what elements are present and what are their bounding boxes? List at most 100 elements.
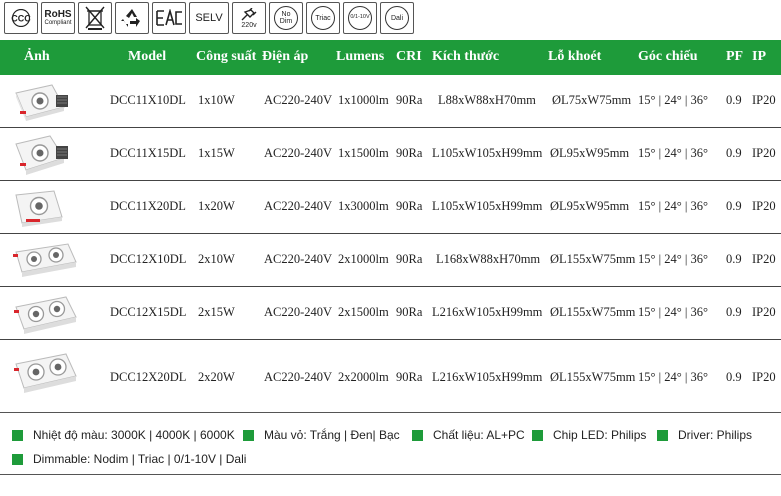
green-square-icon — [412, 429, 423, 441]
cell-size: L168xW88xH70mm — [436, 252, 541, 266]
cell-lumens: 2x2000lm — [338, 370, 389, 384]
header-beam: Góc chiếu — [638, 49, 698, 64]
header-model: Model — [128, 49, 167, 64]
no-dim-badge: No Dim — [269, 2, 303, 34]
cell-model: DCC12X10DL — [110, 252, 187, 266]
ccc-badge: CCC — [4, 2, 38, 34]
triac-circle: Triac — [311, 6, 335, 30]
cell-ip: IP20 — [752, 370, 776, 384]
cell-pf: 0.9 — [726, 252, 742, 266]
cell-power: 1x10W — [198, 93, 235, 107]
table-row: DCC11X20DL 1x20W AC220-240V 1x3000lm 90R… — [0, 181, 781, 234]
cell-ip: IP20 — [752, 252, 776, 266]
cell-power: 2x20W — [198, 370, 235, 384]
cell-voltage: AC220-240V — [264, 93, 333, 107]
cell-beam: 15° | 24° | 36° — [638, 146, 709, 160]
spec-material: Chất liệu: AL+PC — [412, 428, 525, 442]
recycle-badge — [115, 2, 149, 34]
spec-color-temp-text: Nhiệt độ màu: 3000K | 4000K | 6000K — [33, 428, 235, 442]
triac-label: Triac — [315, 14, 331, 22]
green-square-icon — [532, 429, 543, 441]
cell-cutout: ØL95xW95mm — [550, 146, 630, 160]
cell-cri: 90Ra — [396, 146, 423, 160]
dali-label: Dali — [390, 14, 404, 22]
spec-material-text: Chất liệu: AL+PC — [433, 428, 525, 442]
header-voltage: Điện áp — [262, 49, 309, 64]
no-dim-circle: No Dim — [274, 6, 298, 30]
cell-voltage: AC220-240V — [264, 305, 333, 319]
spec-dimmable-text: Dimmable: Nodim | Triac | 0/1-10V | Dali — [33, 452, 247, 466]
cell-voltage: AC220-240V — [264, 199, 333, 213]
double-downlight-image — [14, 353, 77, 393]
voltage-label: 220v — [241, 21, 257, 29]
table-row: DCC12X20DL 2x20W AC220-240V 2x2000lm 90R… — [0, 340, 781, 404]
cell-cri: 90Ra — [396, 305, 423, 319]
cell-size: L105xW105xH99mm — [432, 146, 543, 160]
dali-badge: Dali — [380, 2, 414, 34]
cell-beam: 15° | 24° | 36° — [638, 93, 709, 107]
cell-ip: IP20 — [752, 199, 776, 213]
spec-chip: Chip LED: Philips — [532, 428, 646, 442]
spec-color-temp: Nhiệt độ màu: 3000K | 4000K | 6000K — [12, 428, 235, 442]
green-square-icon — [657, 429, 668, 441]
cell-lumens: 1x1500lm — [338, 146, 389, 160]
single-downlight-image — [15, 135, 68, 175]
header-size: Kích thước — [432, 49, 500, 64]
header-ip: IP — [752, 49, 766, 64]
cell-ip: IP20 — [752, 93, 776, 107]
cell-power: 1x15W — [198, 146, 235, 160]
spec-driver: Driver: Philips — [657, 428, 752, 442]
table-row: DCC12X15DL 2x15W AC220-240V 2x1500lm 90R… — [0, 287, 781, 340]
selv-badge: SELV — [189, 2, 229, 34]
cell-voltage: AC220-240V — [264, 252, 333, 266]
footer-top-divider — [0, 412, 781, 413]
header-pf: PF — [726, 49, 744, 64]
cell-ip: IP20 — [752, 146, 776, 160]
cell-size: L216xW105xH99mm — [432, 305, 543, 319]
cell-voltage: AC220-240V — [264, 146, 333, 160]
single-downlight-image — [15, 190, 63, 227]
dim-0-10v-label: 0/1-10V — [350, 14, 370, 21]
cell-size: L88xW88xH70mm — [438, 93, 536, 107]
plug-icon — [241, 7, 257, 20]
cell-cri: 90Ra — [396, 370, 423, 384]
double-downlight-image — [14, 296, 77, 334]
cell-beam: 15° | 24° | 36° — [638, 199, 709, 213]
double-downlight-image — [13, 243, 77, 277]
cell-voltage: AC220-240V — [264, 370, 333, 384]
table-row: DCC11X10DL 1x10W AC220-240V 1x1000lm 90R… — [0, 75, 781, 128]
spec-driver-text: Driver: Philips — [678, 428, 753, 442]
cell-cutout: ØL95xW95mm — [550, 199, 630, 213]
spec-housing-color-text: Màu vỏ: Trắng | Đen| Bạc — [264, 428, 400, 442]
eac-mark-icon — [156, 9, 182, 26]
cell-ip: IP20 — [752, 305, 776, 319]
spec-housing-color: Màu vỏ: Trắng | Đen| Bạc — [243, 428, 400, 442]
header-lumens: Lumens — [336, 49, 385, 64]
cell-pf: 0.9 — [726, 146, 742, 160]
spec-chip-text: Chip LED: Philips — [553, 428, 647, 442]
certification-badges: CCC RoHS Compliant SELV 220v No Dim Tria… — [4, 2, 414, 36]
recycle-icon — [121, 9, 140, 27]
cell-cutout: ØL75xW75mm — [552, 93, 632, 107]
cell-lumens: 1x3000lm — [338, 199, 389, 213]
green-square-icon — [12, 453, 23, 465]
weee-bin-icon — [85, 6, 105, 30]
svg-text:CCC: CCC — [11, 14, 31, 24]
cell-cutout: ØL155xW75mm — [550, 305, 636, 319]
cell-beam: 15° | 24° | 36° — [638, 370, 709, 384]
footer-bottom-divider — [0, 474, 781, 475]
voltage-badge: 220v — [232, 2, 266, 34]
selv-label: SELV — [195, 11, 223, 24]
header-power: Công suất — [196, 49, 257, 64]
dim-0-10v-badge: 0/1-10V — [343, 2, 377, 34]
cell-power: 2x10W — [198, 252, 235, 266]
header-cutout: Lỗ khoét — [548, 49, 602, 64]
cell-model: DCC11X15DL — [110, 146, 186, 160]
dim-0-10v-circle: 0/1-10V — [348, 6, 372, 30]
spec-dimmable: Dimmable: Nodim | Triac | 0/1-10V | Dali — [12, 452, 246, 466]
table-row: DCC12X10DL 2x10W AC220-240V 2x1000lm 90R… — [0, 234, 781, 287]
table-row: DCC11X15DL 1x15W AC220-240V 1x1500lm 90R… — [0, 128, 781, 181]
cell-lumens: 2x1000lm — [338, 252, 389, 266]
dali-circle: Dali — [385, 6, 409, 30]
eac-badge — [152, 2, 186, 34]
